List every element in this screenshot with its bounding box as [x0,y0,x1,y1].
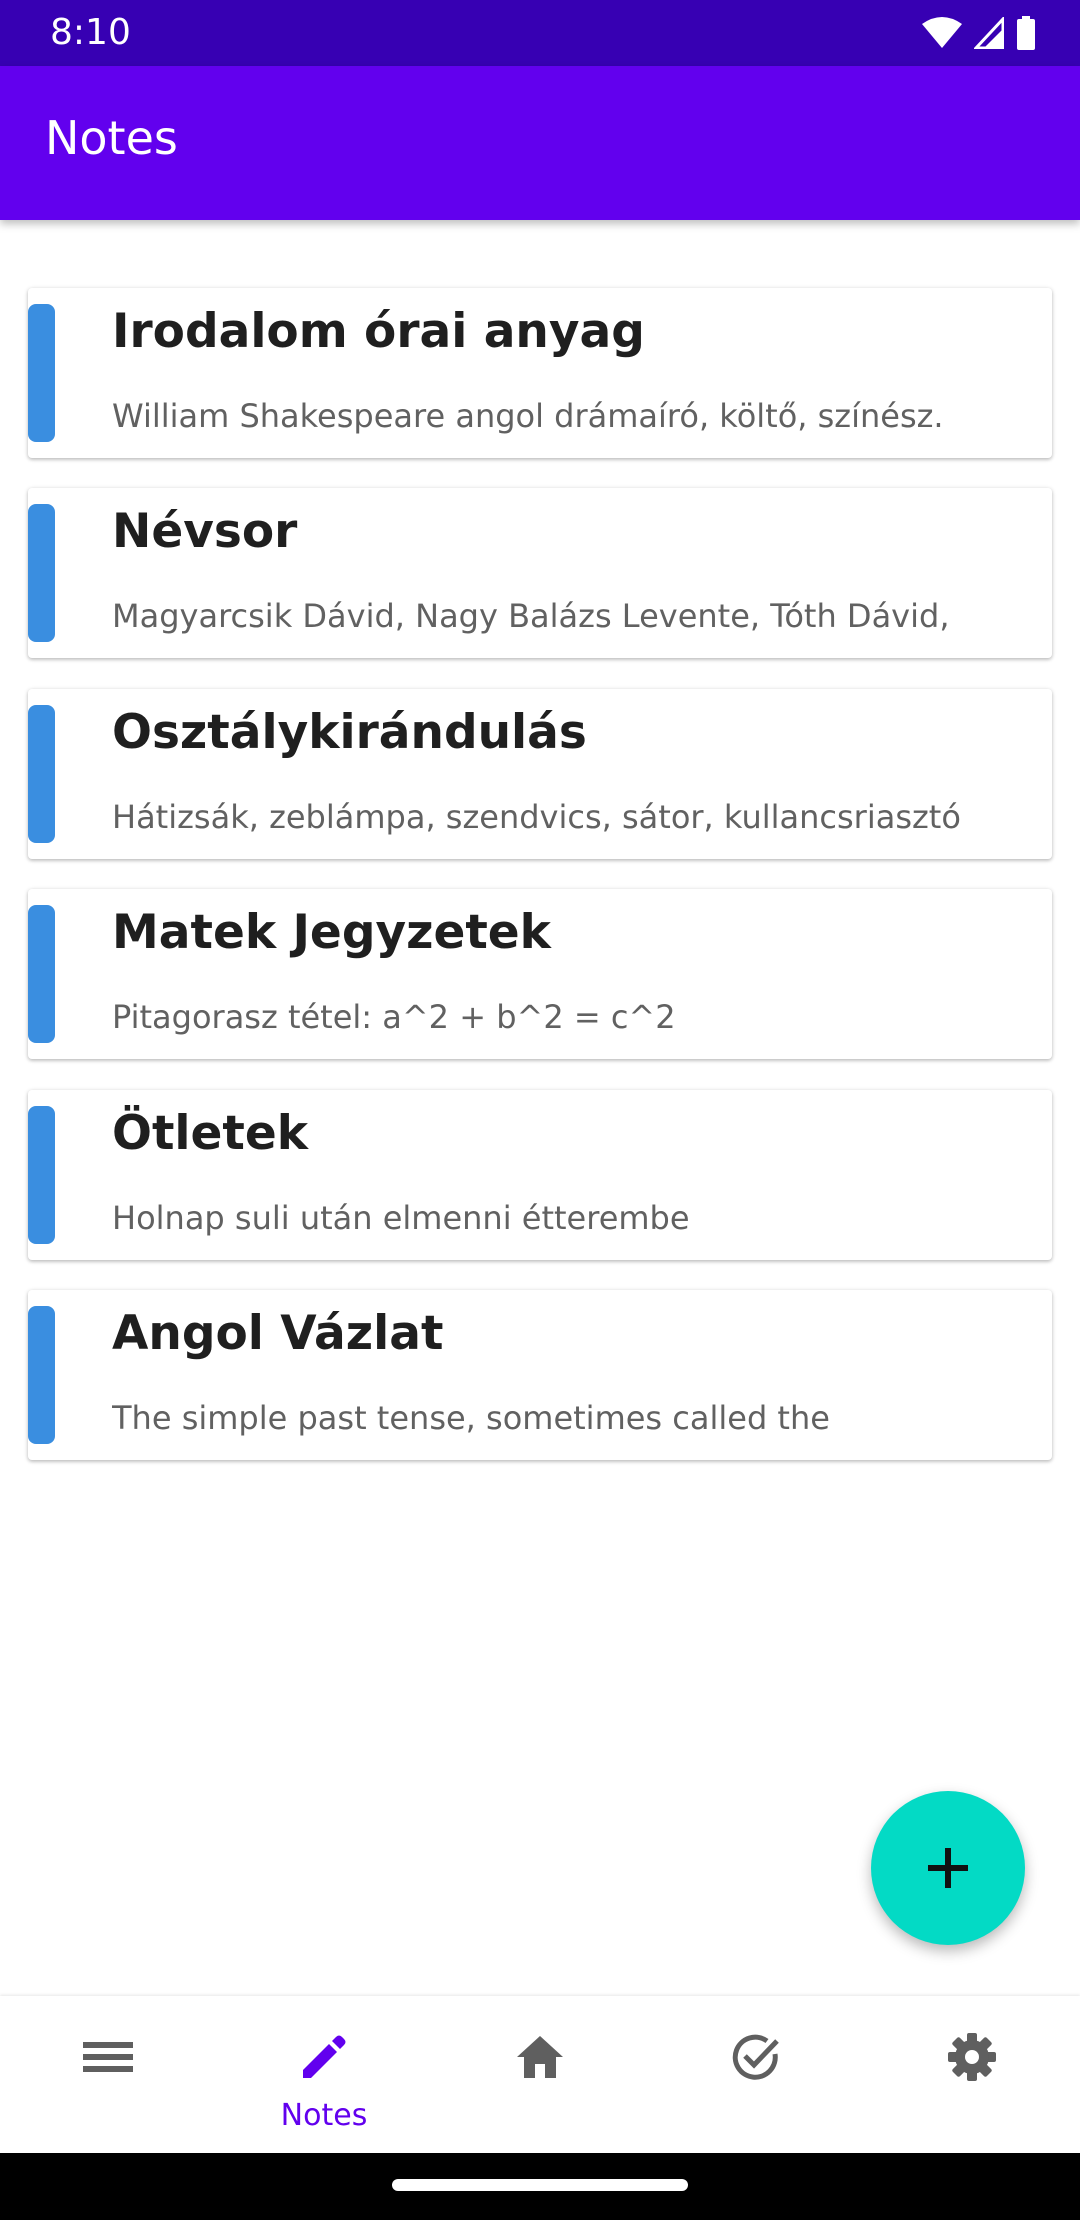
note-preview: Holnap suli után elmenni étterembe [112,1199,690,1237]
note-card[interactable]: Névsor Magyarcsik Dávid, Nagy Balázs Lev… [28,488,1052,658]
wifi-icon [922,17,962,48]
gesture-bar [0,2153,1080,2220]
note-title: Névsor [112,504,298,559]
note-accent-bar [28,304,55,442]
note-accent-bar [28,504,55,642]
note-card[interactable]: Angol Vázlat The simple past tense, some… [28,1290,1052,1460]
bottom-navigation: Notes [0,1996,1080,2153]
note-title: Ötletek [112,1106,309,1161]
status-bar: 8:10 [0,0,1080,66]
note-preview: William Shakespeare angol drámaíró, költ… [112,397,944,435]
pencil-icon [303,2035,346,2078]
home-gesture-handle[interactable] [392,2179,688,2191]
add-note-button[interactable] [871,1791,1025,1945]
nav-item-menu[interactable] [0,1996,216,2153]
note-card[interactable]: Irodalom órai anyag William Shakespeare … [28,288,1052,458]
plus-icon [928,1848,968,1888]
note-preview: Hátizsák, zeblámpa, szendvics, sátor, ku… [112,798,961,836]
nav-item-home[interactable] [432,1996,648,2153]
note-preview: The simple past tense, sometimes called … [112,1399,830,1437]
battery-icon [1017,16,1035,50]
note-accent-bar [28,905,55,1043]
note-card[interactable]: Matek Jegyzetek Pitagorasz tétel: a^2 + … [28,889,1052,1059]
check-circle-icon [732,2034,779,2080]
home-icon [517,2036,563,2078]
note-title: Osztálykirándulás [112,705,587,760]
note-accent-bar [28,1106,55,1244]
page-title: Notes [45,111,178,165]
note-title: Angol Vázlat [112,1306,444,1361]
status-icons [922,14,1036,52]
note-preview: Magyarcsik Dávid, Nagy Balázs Levente, T… [112,597,950,635]
nav-item-tasks[interactable] [648,1996,864,2153]
app-bar: Notes [0,66,1080,220]
gear-icon [948,2033,996,2081]
note-card[interactable]: Osztálykirándulás Hátizsák, zeblámpa, sz… [28,689,1052,859]
cell-signal-icon [974,17,1004,49]
note-preview: Pitagorasz tétel: a^2 + b^2 = c^2 [112,998,676,1036]
note-accent-bar [28,705,55,843]
note-title: Matek Jegyzetek [112,905,551,960]
status-time: 8:10 [50,12,131,53]
note-accent-bar [28,1306,55,1444]
nav-label-notes: Notes [280,2098,368,2133]
nav-item-settings[interactable] [864,1996,1080,2153]
note-title: Irodalom órai anyag [112,304,645,359]
note-card[interactable]: Ötletek Holnap suli után elmenni étterem… [28,1090,1052,1260]
menu-icon [83,2042,133,2072]
nav-item-notes[interactable]: Notes [216,1996,432,2153]
